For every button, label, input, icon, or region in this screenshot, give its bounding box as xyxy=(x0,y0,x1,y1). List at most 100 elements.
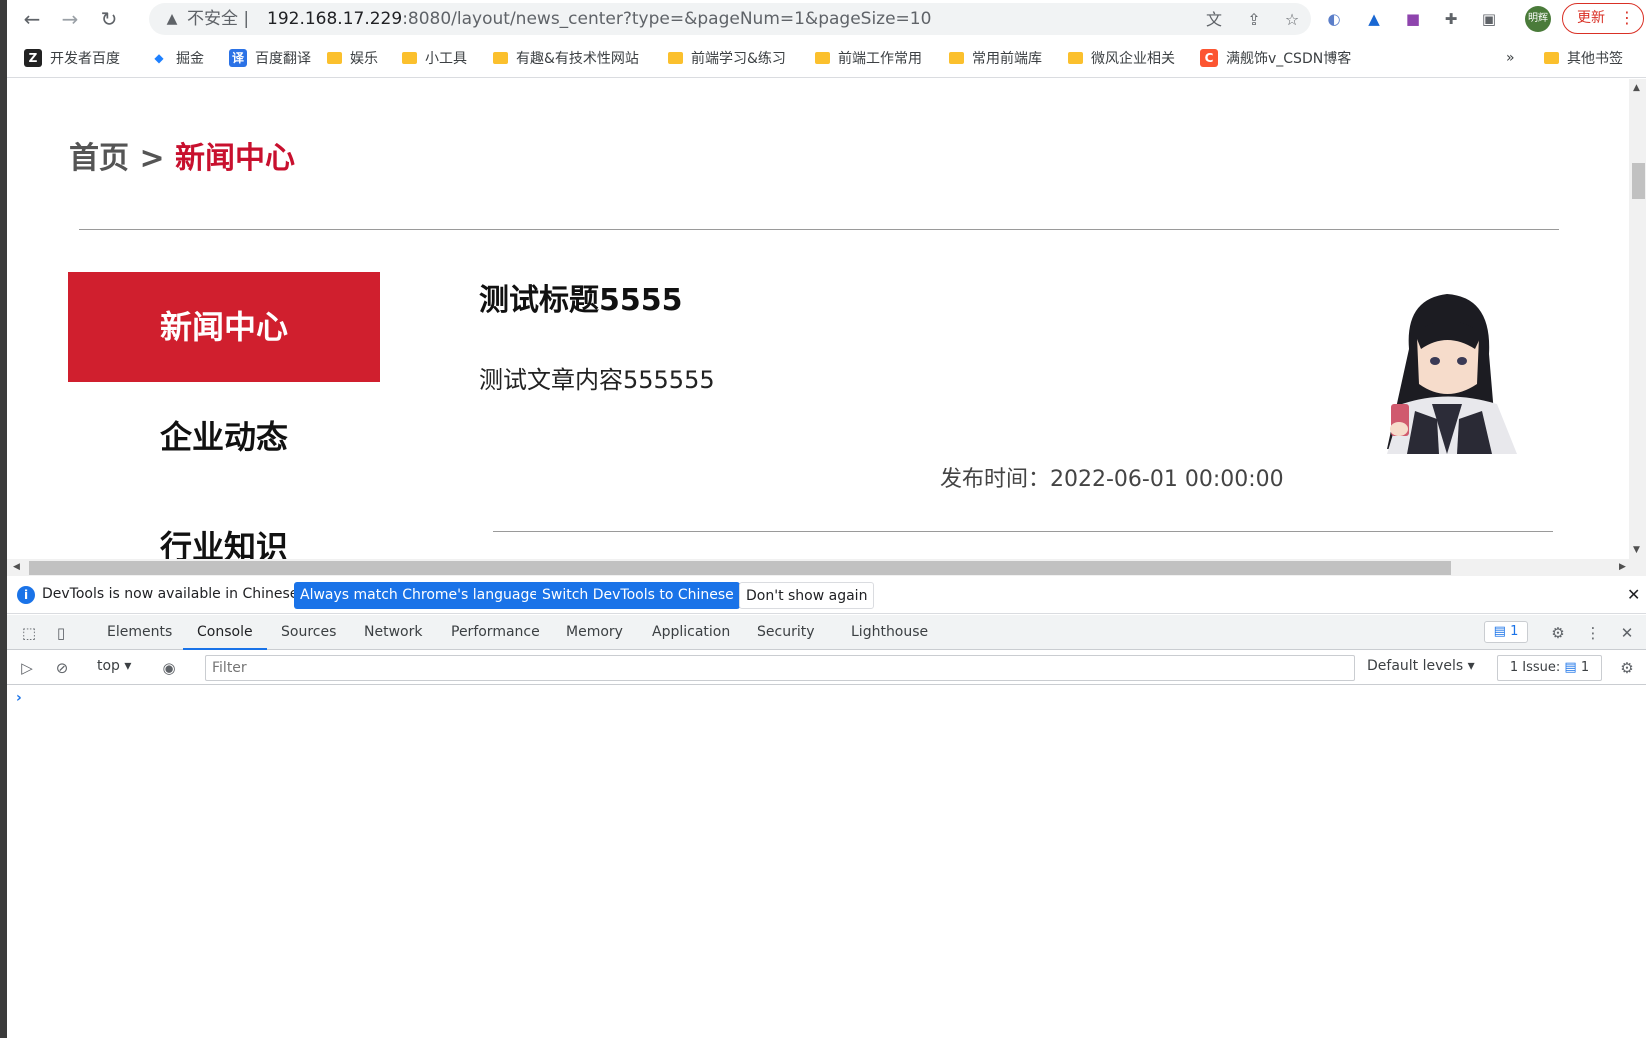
bookmark-star-icon[interactable]: ☆ xyxy=(1281,9,1303,31)
sidebar-item-news-center[interactable]: 新闻中心 xyxy=(68,272,380,382)
console-filter-input[interactable] xyxy=(205,655,1355,681)
address-bar[interactable]: ▲ 不安全 | 192.168.17.229:8080/layout/news_… xyxy=(149,3,1311,35)
z-icon: Z xyxy=(24,49,42,67)
issues-counter[interactable]: 1 Issue: ▤ 1 xyxy=(1497,655,1602,681)
scroll-down-arrow-icon[interactable]: ▼ xyxy=(1633,545,1640,555)
csdn-icon: C xyxy=(1200,49,1218,67)
dont-show-again-button[interactable]: Don't show again xyxy=(739,582,875,609)
devtools-tabbar: ⬚ ▯ Elements Console Sources Network Per… xyxy=(7,615,1646,650)
translate-icon[interactable]: 文 xyxy=(1203,9,1225,31)
juejin-icon: ◆ xyxy=(150,49,168,67)
bookmark-folder[interactable]: 前端学习&练习 xyxy=(668,47,786,69)
devtools-language-infobar: i DevTools is now available in Chinese! … xyxy=(7,577,1646,614)
console-output[interactable] xyxy=(7,686,1646,1038)
breadcrumb-separator: > xyxy=(139,141,165,176)
extensions-puzzle-icon[interactable]: ✚ xyxy=(1439,7,1463,31)
extension-1-icon[interactable]: ◐ xyxy=(1322,7,1346,31)
bookmark-item[interactable]: C 满舰饰v_CSDN博客 xyxy=(1200,47,1351,69)
bookmark-folder[interactable]: 微风企业相关 xyxy=(1068,47,1175,69)
device-toolbar-icon[interactable]: ▯ xyxy=(51,623,71,643)
log-levels-dropdown[interactable]: Default levels ▾ xyxy=(1367,658,1475,674)
news-publish-time: 发布时间：2022-06-01 00:00:00 xyxy=(940,467,1284,492)
bookmark-folder[interactable]: 娱乐 xyxy=(327,47,378,69)
news-content: 测试文章内容555555 xyxy=(479,366,715,394)
live-expression-eye-icon[interactable]: ◉ xyxy=(159,658,179,678)
tab-application[interactable]: Application xyxy=(638,615,744,650)
forward-icon[interactable]: → xyxy=(57,6,83,32)
reload-icon[interactable]: ↻ xyxy=(96,6,122,32)
bookmark-folder[interactable]: 有趣&有技术性网站 xyxy=(493,47,639,69)
bookmark-item[interactable]: Z 开发者百度 xyxy=(24,47,120,69)
folder-icon xyxy=(1068,52,1083,64)
bookmark-folder[interactable]: 常用前端库 xyxy=(949,47,1042,69)
bookmark-folder[interactable]: 前端工作常用 xyxy=(815,47,922,69)
breadcrumb-home[interactable]: 首页 xyxy=(69,141,129,176)
scroll-up-arrow-icon[interactable]: ▲ xyxy=(1633,83,1640,93)
close-devtools-icon[interactable]: ✕ xyxy=(1617,623,1637,643)
window-edge xyxy=(0,0,7,1038)
divider xyxy=(493,531,1553,532)
folder-icon xyxy=(1544,52,1559,64)
inspect-element-icon[interactable]: ⬚ xyxy=(19,623,39,643)
folder-icon xyxy=(815,52,830,64)
vertical-scroll-thumb[interactable] xyxy=(1632,163,1645,199)
tab-security[interactable]: Security xyxy=(743,615,829,650)
console-prompt[interactable]: › xyxy=(16,690,22,706)
divider xyxy=(79,229,1559,230)
info-icon: i xyxy=(17,586,35,604)
back-icon[interactable]: ← xyxy=(19,6,45,32)
bookmark-item[interactable]: 译百度翻译 xyxy=(229,47,311,69)
bookmark-folder-other[interactable]: 其他书签 xyxy=(1544,47,1623,69)
tab-memory[interactable]: Memory xyxy=(552,615,637,650)
folder-icon xyxy=(402,52,417,64)
page-viewport: 首页 > 新闻中心 新闻中心 企业动态 行业知识 测试标题5555 测试文章内容… xyxy=(7,79,1646,559)
always-match-language-button[interactable]: Always match Chrome's language xyxy=(294,582,544,609)
news-title[interactable]: 测试标题5555 xyxy=(479,275,683,319)
side-panel-icon[interactable]: ▣ xyxy=(1477,7,1501,31)
context-selector[interactable]: top ▾ xyxy=(97,658,131,674)
folder-icon xyxy=(493,52,508,64)
browser-toolbar: ← → ↻ ▲ 不安全 | 192.168.17.229:8080/layout… xyxy=(7,0,1646,38)
sidebar-toggle-icon[interactable]: ▷ xyxy=(17,658,37,678)
more-options-icon[interactable]: ⋮ xyxy=(1583,623,1603,643)
bookmarks-bar: Z 开发者百度 ◆ 掘金 译百度翻译 娱乐 小工具 有趣&有技术性网站 前端学习&练… xyxy=(7,38,1646,78)
insecure-label[interactable]: 不安全 | xyxy=(187,8,249,30)
sidebar-item-industry-knowledge[interactable]: 行业知识 xyxy=(68,492,380,559)
folder-icon xyxy=(949,52,964,64)
bookmarks-overflow[interactable]: » xyxy=(1506,47,1515,69)
news-thumbnail-image[interactable] xyxy=(1347,279,1527,454)
messages-badge[interactable]: ▤ 1 xyxy=(1484,621,1528,643)
clear-console-icon[interactable]: ⊘ xyxy=(52,658,72,678)
tab-sources[interactable]: Sources xyxy=(267,615,350,650)
update-button[interactable]: 更新 ⋮ xyxy=(1562,3,1644,34)
profile-avatar[interactable]: 明辉 xyxy=(1525,6,1551,32)
sidebar-item-company-news[interactable]: 企业动态 xyxy=(68,382,380,492)
scroll-left-arrow-icon[interactable]: ◀ xyxy=(13,562,20,572)
console-toolbar: ▷ ⊘ top ▾ ◉ Default levels ▾ 1 Issue: ▤ … xyxy=(7,651,1646,685)
issues-icon: ▤ xyxy=(1564,660,1577,675)
vertical-scrollbar[interactable]: ▲ ▼ xyxy=(1629,79,1646,559)
folder-icon xyxy=(668,52,683,64)
horizontal-scroll-thumb[interactable] xyxy=(29,561,1451,575)
bookmark-folder[interactable]: 小工具 xyxy=(402,47,467,69)
tab-elements[interactable]: Elements xyxy=(93,615,186,650)
tab-console[interactable]: Console xyxy=(183,615,267,650)
more-menu-icon[interactable]: ⋮ xyxy=(1619,4,1635,32)
breadcrumb-current: 新闻中心 xyxy=(175,141,296,176)
extension-2-icon[interactable]: ▲ xyxy=(1362,7,1386,31)
close-icon[interactable]: ✕ xyxy=(1627,585,1640,604)
tab-network[interactable]: Network xyxy=(350,615,436,650)
scroll-right-arrow-icon[interactable]: ▶ xyxy=(1619,562,1626,572)
tab-lighthouse[interactable]: Lighthouse xyxy=(837,615,942,650)
extension-rp-icon[interactable]: ■ xyxy=(1401,7,1425,31)
warning-icon[interactable]: ▲ xyxy=(163,10,181,28)
share-icon[interactable]: ⇪ xyxy=(1243,9,1265,31)
tab-performance[interactable]: Performance xyxy=(437,615,554,650)
translate-bookmark-icon: 译 xyxy=(229,49,247,67)
url-text[interactable]: 192.168.17.229:8080/layout/news_center?t… xyxy=(267,8,931,30)
bookmark-item[interactable]: ◆ 掘金 xyxy=(150,47,204,69)
settings-gear-icon[interactable]: ⚙ xyxy=(1548,623,1568,643)
infobar-message: DevTools is now available in Chinese! xyxy=(42,586,304,602)
console-settings-icon[interactable]: ⚙ xyxy=(1617,658,1637,678)
switch-to-chinese-button[interactable]: Switch DevTools to Chinese xyxy=(536,582,740,609)
